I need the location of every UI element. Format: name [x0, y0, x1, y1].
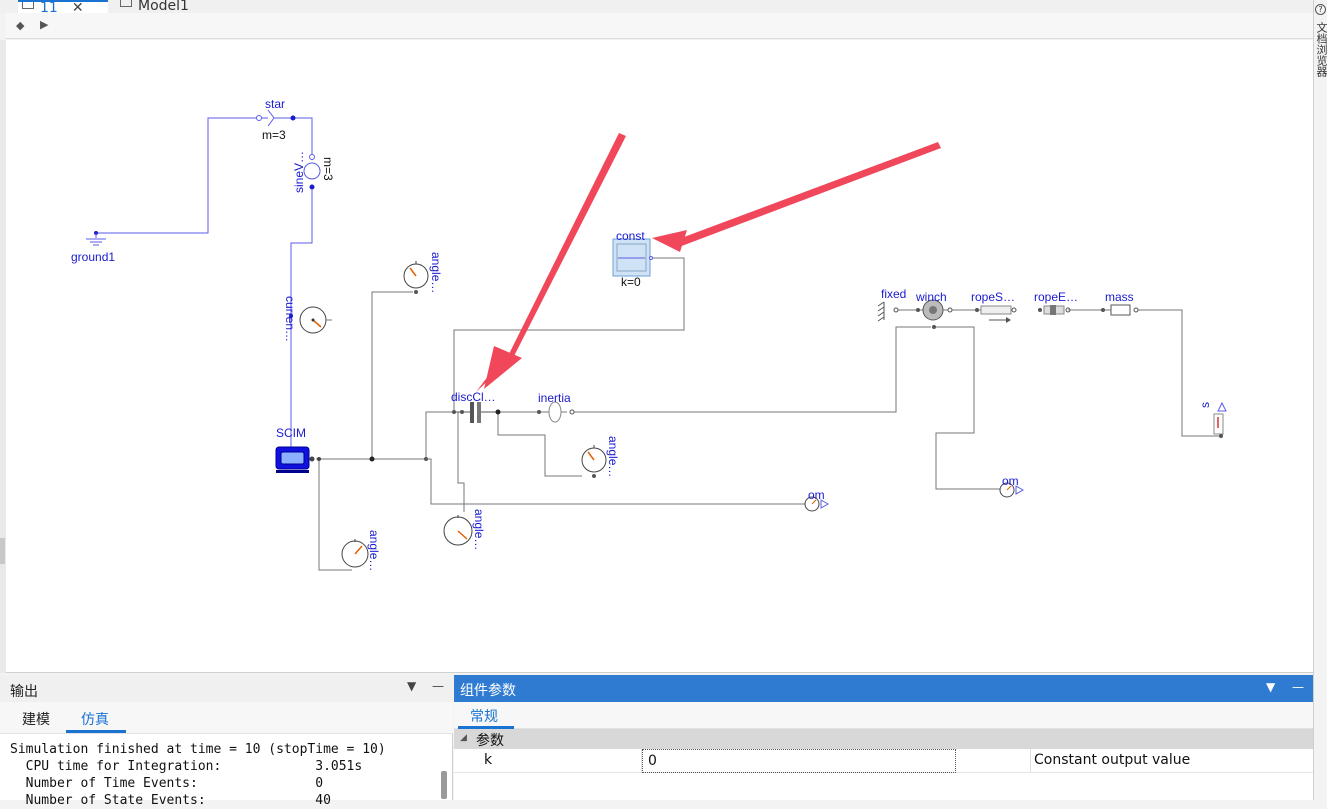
log-line: Simulation finished at time = 10 (stopTi…	[10, 742, 386, 757]
param-name: k	[484, 752, 493, 768]
log-scrollbar[interactable]	[441, 771, 447, 799]
output-tabs: 建模 仿真	[0, 702, 453, 734]
annotation-arrows	[476, 133, 941, 392]
rope-end-component[interactable]: ropeE…	[1034, 290, 1078, 315]
tab-label: 11	[40, 0, 58, 13]
simulation-log: Simulation finished at time = 10 (stopTi…	[10, 741, 440, 809]
model-icon	[120, 0, 132, 7]
om-label: om	[808, 488, 825, 502]
help-icon[interactable]: ?	[1315, 4, 1326, 15]
angle-label: angle…	[472, 509, 486, 550]
model-icon	[22, 2, 34, 9]
winch-label: winch	[915, 290, 947, 304]
chevron-right-icon[interactable]: ▶	[40, 18, 48, 31]
inertia-component[interactable]: inertia	[537, 391, 575, 423]
tab-11[interactable]: 11 ✕	[18, 0, 108, 13]
star-component[interactable]: star m=3	[256, 97, 296, 142]
ground-component[interactable]: ground1	[71, 231, 115, 264]
output-panel: 输出 ▼ — 建模 仿真 Simulation finished at time…	[0, 675, 453, 808]
mass-label: mass	[1105, 290, 1134, 304]
sine-voltage-component[interactable]: sineV… m=3	[292, 151, 335, 193]
const-label: const	[616, 229, 645, 243]
param-group-label: 参数	[476, 733, 504, 749]
ground-label: ground1	[71, 250, 115, 264]
electrical-wires	[98, 117, 313, 460]
scim-component[interactable]: SCIM	[275, 426, 321, 473]
rope-start-component[interactable]: ropeS…	[971, 290, 1017, 323]
tab-simulation[interactable]: 仿真	[81, 709, 109, 729]
param-description: Constant output value	[1034, 752, 1191, 768]
output-title: 输出	[10, 684, 38, 700]
const-param: k=0	[621, 275, 641, 289]
sine-param: m=3	[321, 157, 335, 181]
output-panel-header: 输出 ▼ —	[0, 675, 453, 702]
scim-label: SCIM	[276, 426, 306, 440]
editor-tab-bar: 11 ✕ Model1	[0, 0, 1313, 13]
right-side-strip: ? 文档浏览器	[1313, 0, 1327, 800]
chevron-down-icon[interactable]: ▼	[407, 679, 416, 693]
angle-label: angle…	[429, 252, 443, 293]
tab-label: Model1	[138, 0, 189, 13]
angle-sensor-4[interactable]: angle…	[341, 530, 381, 571]
rope-start-label: ropeS…	[971, 290, 1015, 304]
angle-sensor-1[interactable]: angle…	[403, 252, 443, 294]
params-title: 组件参数	[460, 683, 516, 699]
breadcrumb: ◆ ▶	[6, 13, 1313, 39]
log-line: Number of Time Events: 0	[10, 776, 324, 791]
document-browser-tab[interactable]: 文档浏览器	[1315, 22, 1327, 77]
star-label: star	[265, 97, 285, 111]
speed-sensor-2[interactable]: om	[999, 474, 1025, 498]
layers-icon[interactable]: ◆	[16, 19, 24, 32]
diagram-canvas[interactable]: star m=3 sineV… m=3 ground1 curren… SCIM	[6, 40, 1313, 673]
minimize-icon[interactable]: —	[432, 679, 444, 693]
angle-sensor-2[interactable]: angle…	[581, 436, 620, 478]
minimize-icon[interactable]: —	[1292, 680, 1304, 694]
log-line: Number of State Events: 40	[10, 793, 331, 808]
angle-label: angle…	[367, 530, 381, 571]
const-component[interactable]: const k=0	[612, 229, 653, 289]
param-value-input[interactable]: 0	[642, 749, 956, 773]
active-tab-indicator	[66, 730, 126, 733]
params-tabs: 常规	[454, 702, 1313, 729]
column-divider	[1030, 749, 1031, 773]
star-param: m=3	[262, 128, 286, 142]
tab-model1[interactable]: Model1	[116, 0, 236, 13]
sine-label: sineV…	[292, 151, 306, 193]
params-panel-header: 组件参数 ▼ —	[454, 675, 1313, 702]
current-sensor-component[interactable]: curren…	[283, 296, 332, 342]
tab-general[interactable]: 常规	[470, 706, 498, 726]
panel-resize-handle[interactable]	[0, 538, 5, 564]
mass-component[interactable]: mass	[1068, 290, 1139, 316]
angle-label: angle…	[606, 436, 620, 477]
param-row: k 0 Constant output value	[454, 749, 1313, 773]
inertia-label: inertia	[538, 391, 571, 405]
close-icon[interactable]: ✕	[72, 2, 84, 13]
diagram-svg: star m=3 sineV… m=3 ground1 curren… SCIM	[71, 97, 1227, 571]
speed-sensor-1[interactable]: om	[804, 488, 830, 512]
disc-label: discCl…	[451, 390, 496, 404]
fixed-label: fixed	[881, 287, 906, 301]
param-group-header[interactable]: ◢ 参数	[454, 729, 1313, 749]
angle-sensor-3[interactable]: angle…	[443, 509, 486, 550]
column-divider	[641, 749, 642, 773]
fixed-component[interactable]: fixed	[877, 287, 906, 322]
om-label: om	[1002, 474, 1019, 488]
component-params-panel: 组件参数 ▼ — 常规 ◢ 参数 k 0 Constant output val…	[454, 675, 1313, 800]
collapse-icon[interactable]: ◢	[460, 733, 467, 743]
tab-modeling[interactable]: 建模	[22, 709, 50, 729]
s-label: s	[1198, 402, 1212, 408]
position-sensor-component[interactable]: s	[1198, 401, 1227, 438]
current-label: curren…	[283, 296, 297, 342]
chevron-down-icon[interactable]: ▼	[1266, 680, 1275, 694]
log-line: CPU time for Integration: 3.051s	[10, 759, 363, 774]
rope-end-label: ropeE…	[1034, 290, 1078, 304]
